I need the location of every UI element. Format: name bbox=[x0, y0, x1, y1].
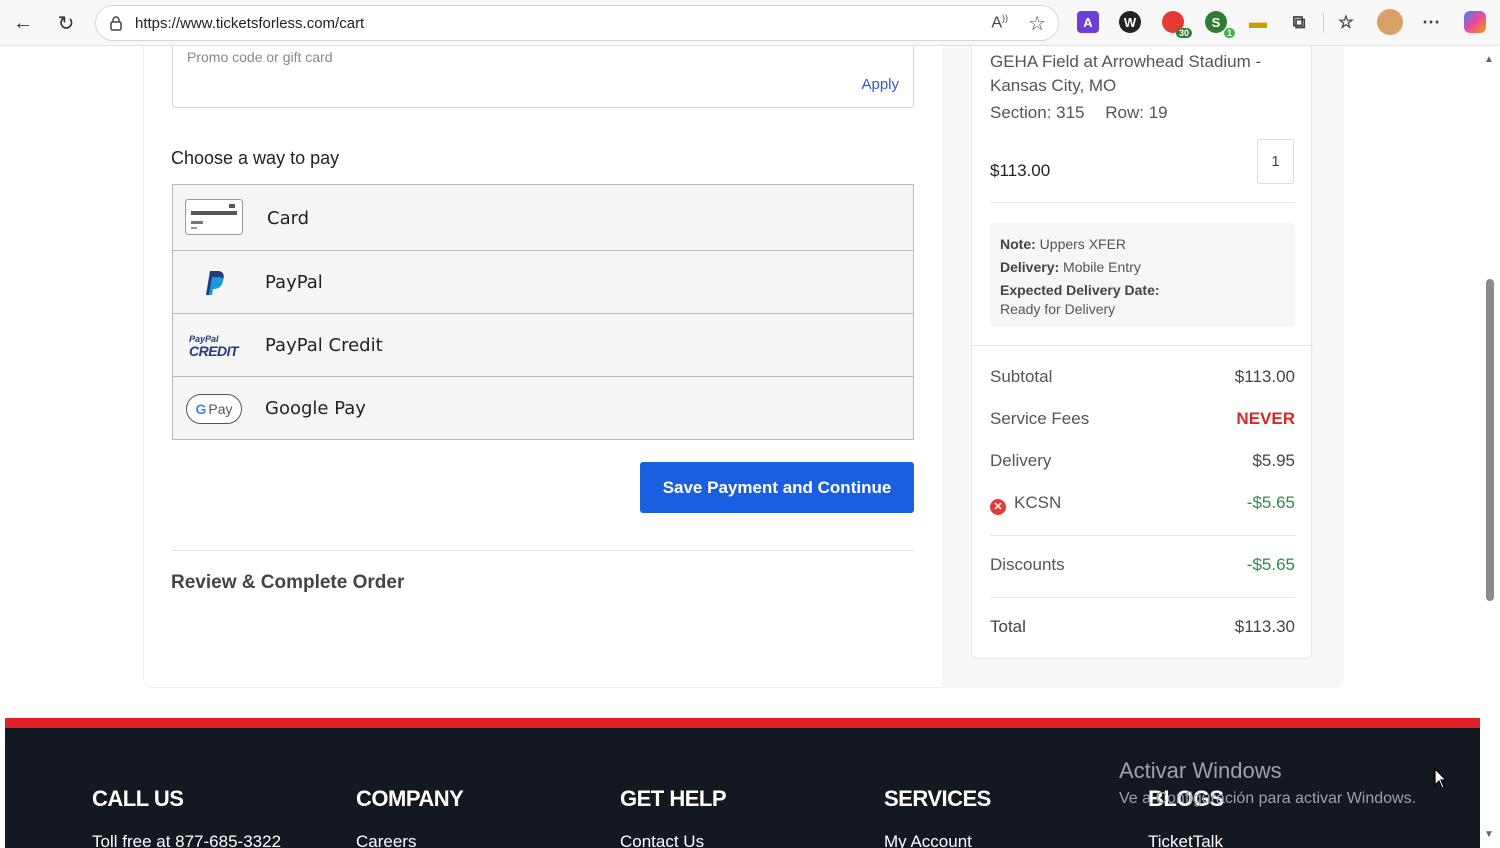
row-text: Row: 19 bbox=[1105, 103, 1168, 122]
note-label: Note: bbox=[1000, 236, 1036, 252]
footer-account-link[interactable]: My Account bbox=[884, 832, 972, 848]
delivery-label: Delivery: bbox=[1000, 259, 1060, 275]
extension-bar-icon[interactable]: ▬ bbox=[1247, 11, 1269, 33]
kcsn-value: -$5.65 bbox=[1246, 493, 1295, 512]
windows-activation-title: Activar Windows bbox=[1119, 758, 1282, 783]
review-heading[interactable]: Review & Complete Order bbox=[171, 572, 404, 594]
promo-code-field[interactable]: Promo code or gift card Apply bbox=[172, 46, 914, 108]
save-payment-button[interactable]: Save Payment and Continue bbox=[640, 462, 914, 513]
footer-heading-help: GET HELP bbox=[620, 786, 727, 811]
subtotal-label: Subtotal bbox=[990, 367, 1053, 386]
remove-code-icon[interactable]: ✕ bbox=[990, 498, 1006, 515]
footer-phone-link[interactable]: Toll free at 877-685-3322 bbox=[92, 832, 281, 848]
url-text: https://www.ticketsforless.com/cart bbox=[135, 15, 365, 32]
google-pay-text: Pay bbox=[208, 401, 233, 417]
payment-option-label: PayPal bbox=[265, 272, 323, 293]
payment-option-label: Google Pay bbox=[265, 398, 366, 419]
extension-a-icon[interactable]: A bbox=[1077, 11, 1099, 33]
divider bbox=[972, 345, 1313, 346]
subtotal-row: Subtotal $113.00 bbox=[990, 367, 1295, 387]
scroll-up-icon[interactable]: ▲ bbox=[1484, 54, 1494, 65]
footer-careers-link[interactable]: Careers bbox=[356, 832, 416, 848]
footer-accent-bar bbox=[5, 718, 1480, 728]
order-summary: GEHA Field at Arrowhead Stadium - Kansas… bbox=[971, 46, 1313, 659]
footer-heading-company: COMPANY bbox=[356, 786, 464, 811]
extension-w-icon[interactable]: W bbox=[1119, 11, 1141, 33]
total-row: Total $113.30 bbox=[990, 617, 1295, 637]
ticket-price: $113.00 bbox=[990, 161, 1051, 180]
extension-badge: 30 bbox=[1175, 28, 1192, 38]
total-label: Total bbox=[990, 617, 1026, 636]
payment-option-label: Card bbox=[267, 208, 310, 229]
promo-placeholder: Promo code or gift card bbox=[187, 49, 333, 65]
favorites-icon[interactable]: ☆ bbox=[1335, 11, 1357, 33]
delivery-row: Delivery $5.95 bbox=[990, 451, 1295, 471]
profile-avatar[interactable] bbox=[1377, 9, 1403, 35]
divider bbox=[990, 535, 1295, 536]
page-scrollbar[interactable]: ▲ ▼ bbox=[1480, 46, 1500, 848]
fees-value: NEVER bbox=[1236, 409, 1295, 428]
delivery-fee-value: $5.95 bbox=[1252, 451, 1295, 470]
refresh-icon[interactable]: ↻ bbox=[51, 8, 81, 38]
footer-tickettalk-link[interactable]: TicketTalk bbox=[1148, 832, 1223, 848]
section-text: Section: 315 bbox=[990, 103, 1085, 122]
extension-badge: 1 bbox=[1223, 28, 1235, 38]
divider bbox=[990, 597, 1295, 598]
expected-label: Expected Delivery Date: bbox=[1000, 282, 1160, 298]
footer-contact-link[interactable]: Contact Us bbox=[620, 832, 704, 848]
site-footer: CALL US COMPANY GET HELP SERVICES BLOGS … bbox=[5, 728, 1480, 848]
extensions-puzzle-icon[interactable]: ⧉ bbox=[1288, 11, 1310, 33]
discounts-label: Discounts bbox=[990, 555, 1065, 574]
browser-toolbar: ← ↻ https://www.ticketsforless.com/cart … bbox=[0, 0, 1500, 46]
expected-value: Ready for Delivery bbox=[1000, 301, 1116, 317]
note-value: Uppers XFER bbox=[1039, 236, 1127, 252]
delivery-value: Mobile Entry bbox=[1063, 259, 1141, 275]
payment-option-google-pay[interactable]: G Pay Google Pay bbox=[173, 377, 913, 440]
windows-activation-subtitle: Ve a Configuración para activar Windows. bbox=[1119, 790, 1417, 807]
back-icon[interactable]: ← bbox=[8, 8, 38, 38]
kcsn-row: ✕ KCSN -$5.65 bbox=[990, 493, 1295, 515]
section-divider bbox=[172, 550, 914, 551]
payment-option-paypal-credit[interactable]: PayPal CREDIT PayPal Credit bbox=[173, 314, 913, 377]
subtotal-value: $113.00 bbox=[1234, 367, 1295, 386]
more-menu-icon[interactable]: ⋯ bbox=[1420, 11, 1442, 33]
delivery-fee-label: Delivery bbox=[990, 451, 1052, 470]
footer-heading-services: SERVICES bbox=[884, 786, 991, 811]
payment-heading: Choose a way to pay bbox=[171, 148, 340, 168]
google-pay-icon: G Pay bbox=[185, 391, 243, 427]
extension-red-icon[interactable]: 30 bbox=[1162, 11, 1192, 38]
mouse-cursor-icon bbox=[1434, 768, 1448, 789]
paypal-icon bbox=[185, 265, 243, 301]
extension-s-icon[interactable]: S 1 bbox=[1205, 11, 1235, 38]
seat-info: Section: 315 Row: 19 bbox=[990, 103, 1184, 123]
scroll-thumb[interactable] bbox=[1486, 279, 1494, 601]
card-icon bbox=[185, 199, 243, 235]
payment-option-label: PayPal Credit bbox=[265, 335, 383, 356]
lock-icon bbox=[110, 16, 122, 31]
scroll-down-icon[interactable]: ▼ bbox=[1484, 829, 1494, 840]
fees-label: Service Fees bbox=[990, 409, 1090, 428]
apply-button[interactable]: Apply bbox=[861, 76, 899, 93]
read-aloud-icon[interactable]: A)) bbox=[991, 13, 1008, 32]
discounts-value: -$5.65 bbox=[1246, 555, 1295, 574]
discounts-row: Discounts -$5.65 bbox=[990, 555, 1295, 575]
favorite-star-icon[interactable]: ☆ bbox=[1028, 11, 1046, 36]
address-bar[interactable]: https://www.ticketsforless.com/cart A)) … bbox=[95, 5, 1059, 41]
service-fees-row: Service Fees NEVER bbox=[990, 409, 1295, 429]
venue-name: GEHA Field at Arrowhead Stadium - Kansas… bbox=[990, 52, 1262, 95]
total-value: $113.30 bbox=[1234, 617, 1295, 636]
copilot-icon[interactable] bbox=[1464, 11, 1486, 33]
quantity-select[interactable]: 1 bbox=[1257, 139, 1294, 184]
payment-option-paypal[interactable]: PayPal bbox=[173, 251, 913, 314]
payment-option-card[interactable]: Card bbox=[173, 185, 913, 251]
ticket-notes: Note: Uppers XFER Delivery: Mobile Entry… bbox=[990, 223, 1295, 327]
paypal-credit-icon: PayPal CREDIT bbox=[185, 328, 243, 364]
footer-heading-call: CALL US bbox=[92, 786, 184, 811]
payment-methods: Card PayPal PayPal CREDIT PayPal Credit … bbox=[172, 184, 914, 440]
page-content: Promo code or gift card Apply Choose a w… bbox=[5, 46, 1480, 848]
paypal-credit-bottom: CREDIT bbox=[189, 342, 239, 359]
divider bbox=[990, 202, 1295, 203]
kcsn-label: KCSN bbox=[1014, 493, 1062, 512]
